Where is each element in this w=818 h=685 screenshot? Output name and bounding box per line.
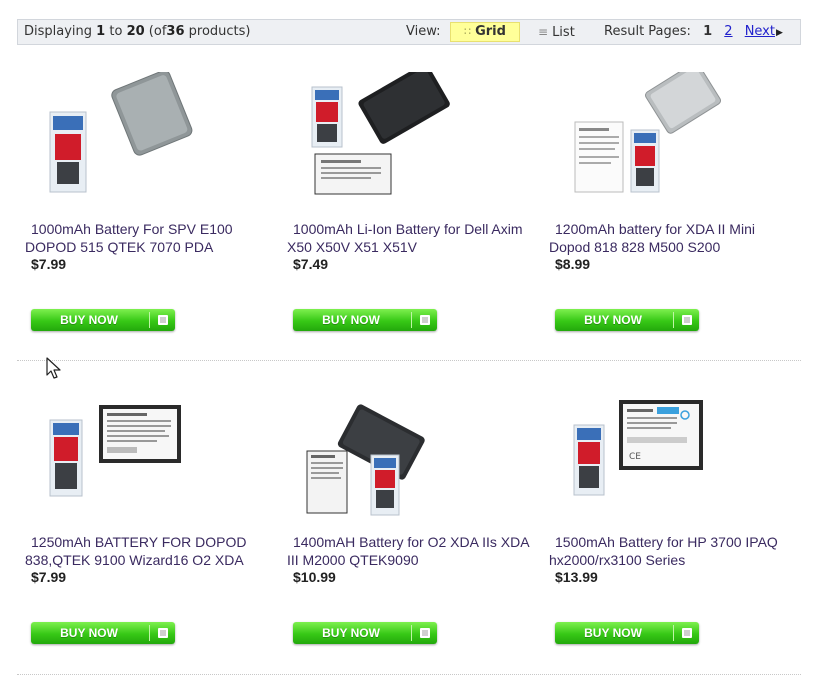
total-count: 36 (166, 24, 185, 39)
labeled-battery-with-package-icon: CE (573, 400, 703, 496)
buy-now-button[interactable]: BUY NOW (31, 622, 175, 644)
next-arrow-icon: ▶ (775, 28, 783, 38)
range-start: 1 (96, 24, 106, 39)
product-image[interactable] (25, 70, 225, 212)
total-suffix: products) (188, 24, 251, 39)
next-page-link[interactable]: Next (745, 24, 775, 39)
displaying-summary: Displaying 1 to 20 (of36 products) (24, 20, 251, 44)
cart-icon (158, 628, 168, 638)
button-divider (411, 625, 412, 641)
list-view-button[interactable]: ≡ List (538, 20, 575, 45)
cart-icon (420, 315, 430, 325)
product-image[interactable] (287, 63, 487, 212)
result-pages-label: Result Pages: (604, 24, 691, 39)
product-price: $7.99 (31, 569, 67, 585)
next-label: Next (744, 24, 775, 39)
product-price: $8.99 (555, 256, 591, 272)
grid-label: Grid (475, 24, 506, 39)
buy-now-label: BUY NOW (322, 626, 380, 640)
grid-icon: ∷ (464, 25, 472, 38)
labeled-battery-with-package-icon (49, 405, 181, 497)
cart-icon (682, 628, 692, 638)
product-price: $10.99 (293, 569, 336, 585)
displaying-prefix: Displaying (24, 24, 93, 39)
product-price: $7.99 (31, 256, 67, 272)
cart-icon (158, 315, 168, 325)
buy-now-button[interactable]: BUY NOW (31, 309, 175, 331)
range-end: 20 (126, 24, 145, 39)
button-divider (673, 312, 674, 328)
product-card: CE 1500mAh Battery for HP 3700 IPAQ hx20… (549, 385, 789, 685)
grey-battery-with-package-icon (49, 70, 193, 193)
list-icon: ≡ (538, 25, 549, 39)
list-label: List (552, 25, 575, 40)
silver-battery-with-label-icon (574, 62, 722, 193)
svg-text:CE: CE (629, 452, 641, 462)
mouse-cursor-icon (46, 357, 61, 379)
results-toolbar: Displaying 1 to 20 (of36 products) View:… (17, 19, 801, 45)
product-title[interactable]: 1000mAh Battery For SPV E100 DOPOD 515 Q… (25, 220, 275, 256)
view-label: View: (406, 24, 441, 39)
product-price: $7.49 (293, 256, 329, 272)
pagination: Result Pages: 1 2 Next▶ (604, 20, 783, 45)
product-title[interactable]: 1000mAh Li-Ion Battery for Dell Axim X50… (287, 220, 537, 256)
button-divider (149, 625, 150, 641)
black-battery-with-package-icon (306, 404, 425, 516)
black-battery-with-package-icon (311, 63, 450, 195)
product-title[interactable]: 1250mAh BATTERY FOR DOPOD 838,QTEK 9100 … (25, 533, 275, 569)
cart-icon (682, 315, 692, 325)
product-title[interactable]: 1400mAH Battery for O2 XDA IIs XDA III M… (287, 533, 537, 569)
buy-now-button[interactable]: BUY NOW (293, 622, 437, 644)
buy-now-label: BUY NOW (584, 626, 642, 640)
product-card: 1400mAH Battery for O2 XDA IIs XDA III M… (287, 385, 529, 685)
product-image[interactable] (287, 385, 487, 525)
product-price: $13.99 (555, 569, 598, 585)
total-prefix: (of (148, 24, 167, 39)
product-title[interactable]: 1500mAh Battery for HP 3700 IPAQ hx2000/… (549, 533, 799, 569)
buy-now-label: BUY NOW (60, 626, 118, 640)
product-card: 1000mAh Battery For SPV E100 DOPOD 515 Q… (25, 70, 265, 372)
product-card: 1200mAh battery for XDA II Mini Dopod 81… (549, 62, 789, 372)
page-2-link[interactable]: 2 (724, 24, 732, 39)
range-to: to (109, 24, 123, 39)
product-title[interactable]: 1200mAh battery for XDA II Mini Dopod 81… (549, 220, 799, 256)
button-divider (149, 312, 150, 328)
grid-view-button[interactable]: ∷ Grid (450, 22, 520, 42)
buy-now-button[interactable]: BUY NOW (293, 309, 437, 331)
buy-now-button[interactable]: BUY NOW (555, 622, 699, 644)
button-divider (411, 312, 412, 328)
current-page: 1 (703, 24, 713, 39)
product-card: 1000mAh Li-Ion Battery for Dell Axim X50… (287, 63, 527, 372)
product-image[interactable] (549, 62, 749, 212)
button-divider (673, 625, 674, 641)
product-image[interactable] (25, 385, 225, 525)
buy-now-label: BUY NOW (322, 313, 380, 327)
product-card: 1250mAh BATTERY FOR DOPOD 838,QTEK 9100 … (25, 385, 265, 685)
buy-now-label: BUY NOW (60, 313, 118, 327)
cart-icon (420, 628, 430, 638)
buy-now-label: BUY NOW (584, 313, 642, 327)
product-image[interactable]: CE (549, 385, 749, 525)
buy-now-button[interactable]: BUY NOW (555, 309, 699, 331)
